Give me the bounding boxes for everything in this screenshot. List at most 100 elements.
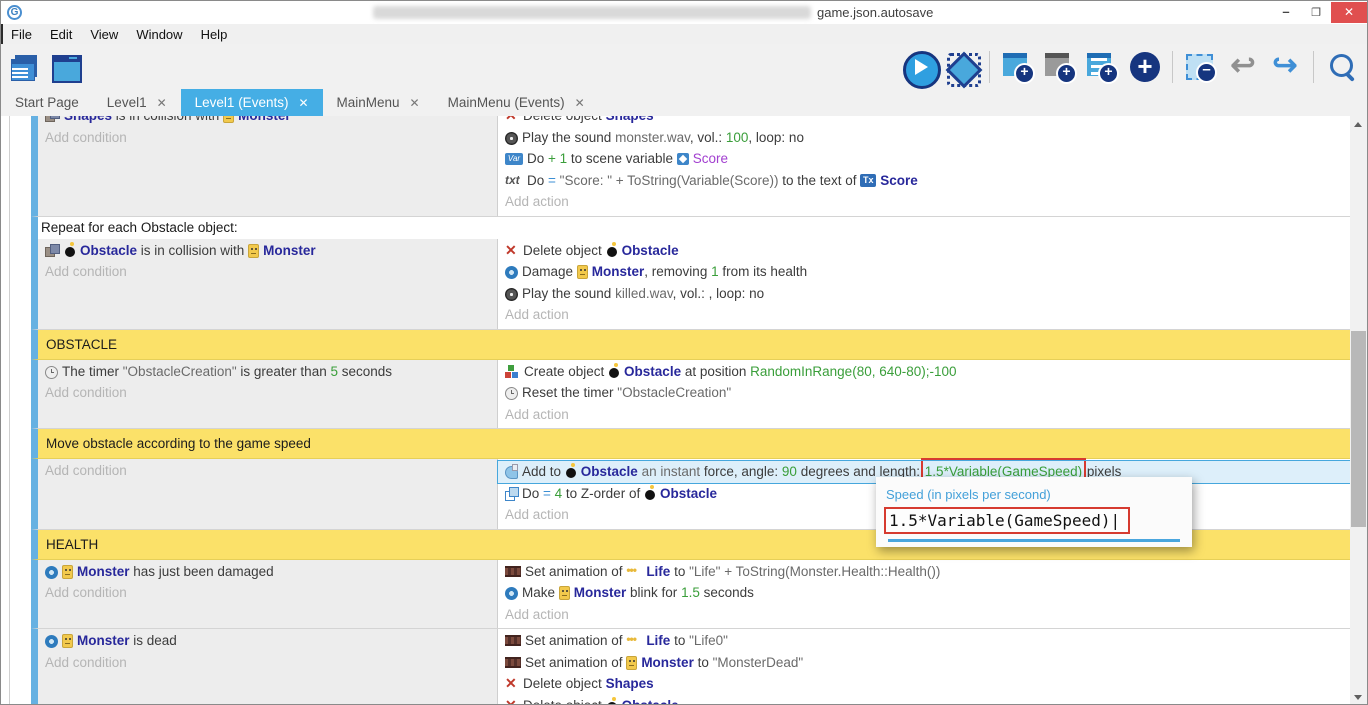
add-condition-link[interactable]: Add condition [44,261,491,283]
action-line[interactable]: Delete object Obstacle [504,240,1346,262]
tab-close-icon[interactable]: ✕ [157,96,167,110]
text-segment: The timer [62,364,123,379]
scrollbar-thumb[interactable] [1351,331,1366,527]
redo-icon[interactable] [1268,50,1302,84]
tab-mainmenu-events-[interactable]: MainMenu (Events)✕ [434,89,599,116]
action-line[interactable]: Play the sound killed.wav, vol.: , loop:… [504,283,1346,305]
text-segment: Life [646,564,670,579]
menu-view[interactable]: View [90,27,118,42]
minimize-icon[interactable] [1271,3,1301,23]
add-event-icon[interactable] [1001,50,1035,84]
debug-icon[interactable] [944,50,978,84]
force-icon [505,464,518,478]
text-segment: = [548,173,560,188]
add-action-link[interactable]: Add action [504,304,1346,326]
add-other-icon[interactable] [1127,50,1161,84]
text-segment: from its health [719,264,808,279]
add-subevent-icon[interactable] [1043,50,1077,84]
action-line[interactable]: Damage Monster, removing 1 from its heal… [504,261,1346,283]
condition-line[interactable]: Monster has just been damaged [44,561,491,583]
actions-cell[interactable]: Set animation of Life to "Life" + ToStri… [498,560,1352,629]
event-row: Shapes is in collision with MonsterAdd c… [31,116,1352,217]
conditions-cell[interactable]: Shapes is in collision with MonsterAdd c… [38,116,498,216]
text-segment: Play the sound [522,130,615,145]
deletex-icon [505,116,519,122]
conditions-cell[interactable]: Add condition [38,459,498,529]
add-comment-icon[interactable] [1085,50,1119,84]
conditions-cell[interactable]: The timer "ObstacleCreation" is greater … [38,360,498,429]
play-icon[interactable] [902,50,936,84]
condition-line[interactable]: Monster is dead [44,630,491,652]
condition-line[interactable]: The timer "ObstacleCreation" is greater … [44,361,491,383]
tab-level1[interactable]: Level1✕ [93,89,181,116]
expression-input[interactable]: 1.5*Variable(GameSpeed)| [886,509,1128,532]
text-segment: to [694,655,713,670]
anim-icon [505,657,521,668]
conditions-cell[interactable]: Monster is deadAdd condition [38,629,498,705]
action-line[interactable]: Set animation of Life to "Life0" [504,630,1346,652]
actions-cell[interactable]: Create object Obstacle at position Rando… [498,360,1352,429]
action-line[interactable]: Make Monster blink for 1.5 seconds [504,582,1346,604]
var-icon [505,153,523,165]
action-line[interactable]: Do + 1 to scene variable Score [504,148,1346,170]
tab-close-icon[interactable]: ✕ [410,96,420,110]
menu-edit[interactable]: Edit [50,27,72,42]
comment-row[interactable]: OBSTACLE [31,330,1352,360]
add-action-link[interactable]: Add action [504,404,1346,426]
actions-cell[interactable]: Delete object ShapesPlay the sound monst… [498,116,1352,216]
add-condition-link[interactable]: Add condition [44,382,491,404]
undo-icon[interactable] [1226,50,1260,84]
scene-window-icon[interactable] [49,51,81,83]
scroll-down-icon[interactable] [1350,689,1367,705]
add-action-link[interactable]: Add action [504,191,1346,213]
project-events-icon[interactable] [9,51,41,83]
repeat-event-header[interactable]: Repeat for each Obstacle object: [38,217,1352,239]
anim-icon [505,635,521,646]
condition-line[interactable]: Shapes is in collision with Monster [44,116,491,127]
actions-cell[interactable]: Delete object ObstacleDamage Monster, re… [498,239,1352,329]
restore-icon[interactable] [1301,3,1331,23]
scroll-up-icon[interactable] [1350,116,1367,133]
event-row: Repeat for each Obstacle object:Obstacle… [31,217,1352,330]
action-line[interactable]: Do = "Score: " + ToString(Variable(Score… [504,170,1346,192]
tab-mainmenu[interactable]: MainMenu✕ [323,89,434,116]
add-condition-link[interactable]: Add condition [44,460,491,482]
menu-file[interactable]: File [11,27,32,42]
delete-event-icon[interactable] [1184,50,1218,84]
add-condition-link[interactable]: Add condition [44,127,491,149]
add-condition-label: Add condition [45,585,127,600]
event-row: The timer "ObstacleCreation" is greater … [31,360,1352,430]
action-line[interactable]: Reset the timer "ObstacleCreation" [504,382,1346,404]
add-condition-link[interactable]: Add condition [44,582,491,604]
text-segment: Monster [77,633,130,648]
close-icon[interactable] [1331,2,1367,23]
action-line[interactable]: Set animation of Monster to "MonsterDead… [504,652,1346,674]
action-line[interactable]: Set animation of Life to "Life" + ToStri… [504,561,1346,583]
text-segment: Score [693,151,728,166]
redacted-title-text [373,6,811,19]
conditions-cell[interactable]: Obstacle is in collision with MonsterAdd… [38,239,498,329]
actions-cell[interactable]: Set animation of Life to "Life0"Set anim… [498,629,1352,705]
tab-level1-events-[interactable]: Level1 (Events)✕ [181,89,323,116]
action-line[interactable]: Delete object Obstacle [504,695,1346,705]
text-segment: Shapes [606,116,654,123]
comment-row[interactable]: Move obstacle according to the game spee… [31,429,1352,459]
add-condition-link[interactable]: Add condition [44,652,491,674]
action-line[interactable]: Delete object Shapes [504,673,1346,695]
menu-help[interactable]: Help [201,27,228,42]
action-line[interactable]: Delete object Shapes [504,116,1346,127]
action-line[interactable]: Play the sound monster.wav, vol.: 100, l… [504,127,1346,149]
sheet-margin-line [9,116,10,705]
action-line[interactable]: Create object Obstacle at position Rando… [504,361,1346,383]
vertical-scrollbar[interactable] [1350,116,1367,705]
conditions-cell[interactable]: Monster has just been damaged Add conditi… [38,560,498,629]
add-action-link[interactable]: Add action [504,604,1346,626]
condition-line[interactable]: Obstacle is in collision with Monster [44,240,491,262]
timer-icon [45,366,58,379]
tab-start-page[interactable]: Start Page [1,89,93,116]
tab-close-icon[interactable]: ✕ [575,96,585,110]
text-segment: + 1 [548,151,567,166]
menu-window[interactable]: Window [136,27,182,42]
search-icon[interactable] [1325,50,1359,84]
tab-close-icon[interactable]: ✕ [298,96,308,110]
